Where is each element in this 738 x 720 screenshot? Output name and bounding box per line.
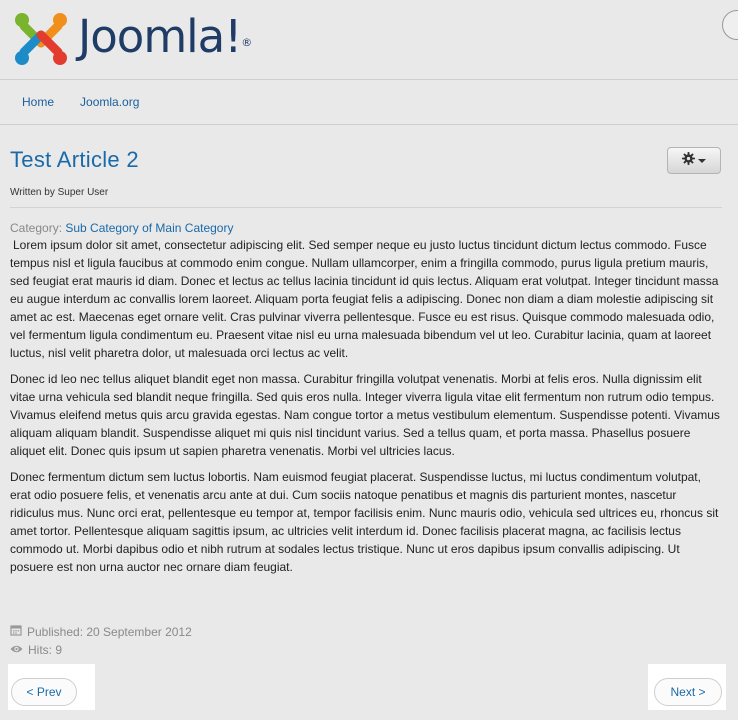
nav-divider [0, 124, 738, 125]
main-nav: Home Joomla.org [22, 93, 139, 111]
hits-info: Hits: 9 [10, 642, 62, 658]
prev-button[interactable]: < Prev [11, 678, 77, 706]
brand-text: Joomla! [78, 10, 242, 63]
next-button[interactable]: Next > [654, 678, 722, 706]
corner-round-button[interactable] [722, 10, 738, 40]
registered-mark: ® [241, 36, 253, 49]
calendar-icon [10, 624, 22, 640]
article-paragraph: Donec fermentum dictum sem luctus lobort… [10, 470, 719, 574]
article-tools-button[interactable] [667, 147, 721, 174]
gear-icon [682, 151, 695, 170]
nav-item-joomla-org[interactable]: Joomla.org [80, 93, 139, 111]
category-label: Category: [10, 221, 63, 235]
article-body: Lorem ipsum dolor sit amet, consectetur … [10, 236, 722, 584]
nav-item-home[interactable]: Home [22, 93, 54, 111]
article-title[interactable]: Test Article 2 [10, 146, 139, 174]
article-paragraph: Donec id leo nec tellus aliquet blandit … [10, 372, 720, 458]
eye-icon [10, 642, 23, 658]
article-info-divider [10, 207, 722, 208]
site-header: Joomla!® [0, 0, 738, 80]
header-divider [0, 79, 738, 80]
published-date: Published: 20 September 2012 [27, 625, 192, 639]
article-paragraph: Lorem ipsum dolor sit amet, consectetur … [10, 238, 719, 360]
joomla-logo-icon[interactable] [10, 8, 72, 70]
chevron-down-icon [698, 158, 706, 163]
article-category: Category: Sub Category of Main Category [10, 220, 233, 236]
category-link[interactable]: Sub Category of Main Category [65, 221, 233, 235]
hits-count: Hits: 9 [28, 643, 63, 657]
article-author: Written by Super User [10, 187, 109, 198]
brand-name[interactable]: Joomla!® [78, 6, 252, 68]
published-info: Published: 20 September 2012 [10, 624, 192, 640]
